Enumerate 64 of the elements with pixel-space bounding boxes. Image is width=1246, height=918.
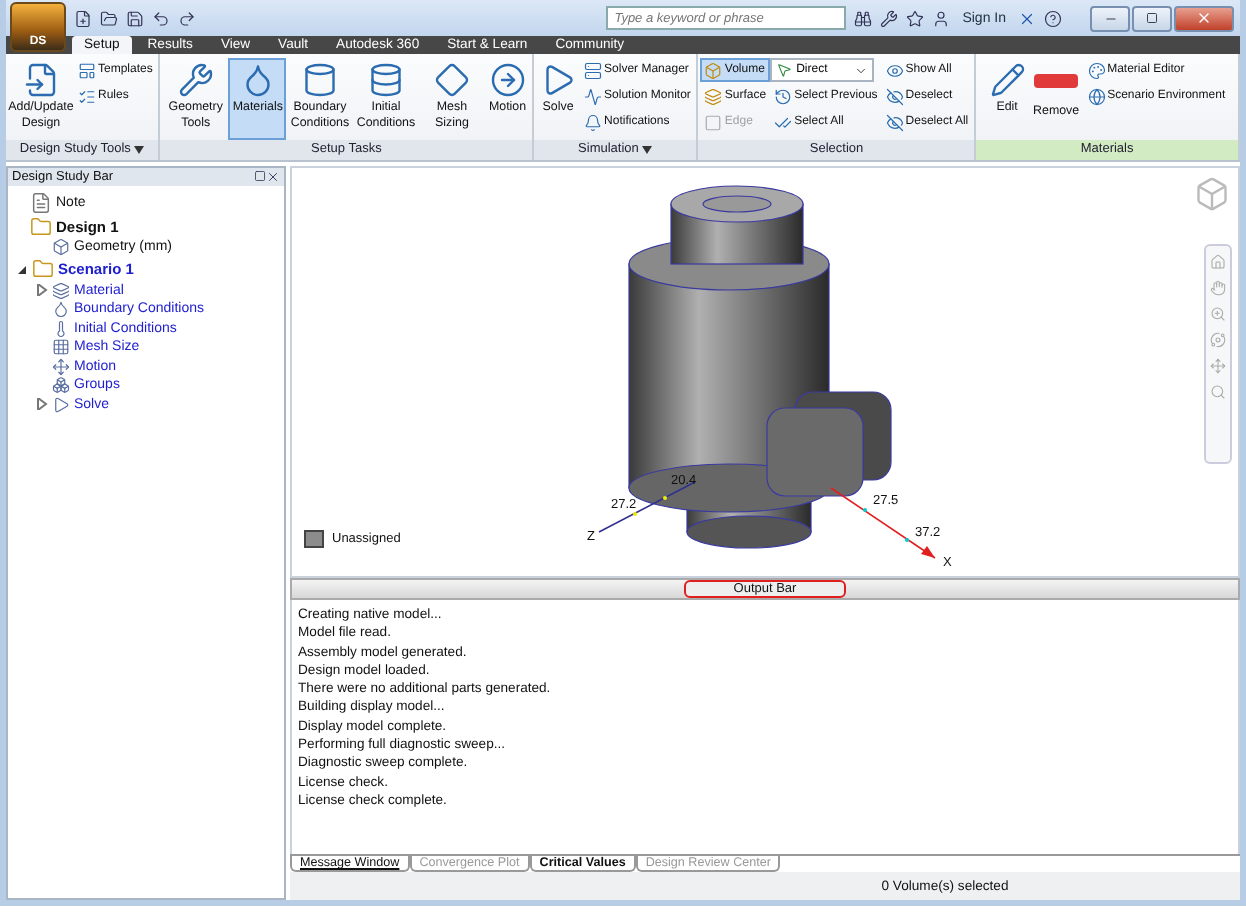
- cylinder-stack-icon: [367, 62, 404, 98]
- folder-icon: [30, 215, 52, 237]
- eye-off-icon: [885, 87, 904, 105]
- x-icon: [1018, 9, 1036, 27]
- wrench-icon: [880, 9, 899, 27]
- close-icon: [266, 170, 280, 184]
- note-icon: [30, 191, 52, 213]
- palette-icon: [1087, 61, 1106, 79]
- maximize-button[interactable]: [1132, 5, 1172, 31]
- caret-icon: [642, 146, 653, 154]
- float-icon: [254, 170, 266, 184]
- help-icon: [1044, 9, 1062, 27]
- collapse-arrow[interactable]: [14, 262, 28, 276]
- eye-icon: [885, 61, 904, 79]
- arrow-circle-icon: [489, 62, 526, 98]
- move-icon: [1210, 358, 1226, 374]
- redo-icon: [178, 9, 196, 27]
- diamond-icon: [433, 62, 470, 98]
- surface-icon: [704, 87, 723, 105]
- template-icon: [78, 61, 96, 79]
- move-icon: [52, 357, 70, 376]
- import-arrow-icon: [23, 62, 59, 98]
- star-icon: [906, 9, 925, 27]
- thermometer-icon: [52, 319, 70, 338]
- globe-icon: [1087, 87, 1106, 105]
- pencil-icon: [989, 62, 1026, 98]
- play-icon: [540, 62, 577, 98]
- home-icon: [1210, 254, 1226, 270]
- boxes-icon: [52, 376, 70, 395]
- play-icon: [52, 395, 70, 414]
- geometry-icon: [52, 238, 70, 257]
- user-icon: [932, 9, 951, 27]
- history-icon: [774, 87, 793, 105]
- eye-off-icon: [885, 113, 904, 131]
- zoom-icon: [1210, 306, 1226, 322]
- chevron-down-icon: [854, 63, 869, 77]
- caret-icon: [134, 146, 145, 154]
- volume-icon: [704, 61, 723, 79]
- bell-icon: [584, 113, 603, 131]
- save-icon: [126, 9, 144, 27]
- binoculars-icon: [854, 9, 873, 27]
- new-file-icon: [74, 9, 92, 27]
- checklist-icon: [78, 87, 96, 105]
- expand-arrow[interactable]: [34, 397, 48, 412]
- hand-icon: [1210, 280, 1226, 296]
- orbit-icon: [1210, 332, 1226, 348]
- server-icon: [584, 61, 603, 79]
- maximize-icon: [1146, 12, 1158, 24]
- close-button[interactable]: [1174, 5, 1234, 31]
- close-icon: [1196, 10, 1212, 26]
- droplet-icon: [52, 300, 70, 319]
- select-all-icon: [774, 113, 793, 131]
- bar-icon: [1034, 74, 1079, 88]
- undo-icon: [152, 9, 170, 27]
- search-icon: [1210, 384, 1226, 400]
- layers-icon: [52, 281, 70, 300]
- wrench-icon: [177, 62, 214, 98]
- cylinder-icon: [301, 62, 338, 98]
- open-folder-icon: [100, 9, 118, 27]
- expand-arrow[interactable]: [34, 283, 48, 298]
- grid-icon: [52, 338, 70, 357]
- view-cube-icon: [1194, 176, 1230, 212]
- folder-icon: [32, 258, 54, 280]
- pointer-icon: [776, 62, 793, 78]
